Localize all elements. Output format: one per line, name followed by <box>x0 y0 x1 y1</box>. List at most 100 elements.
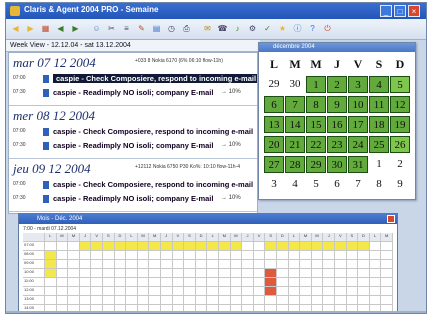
grid-cell[interactable] <box>45 296 57 305</box>
grid-cell[interactable] <box>68 278 80 287</box>
grid-cell[interactable] <box>137 287 150 296</box>
grid-cell[interactable] <box>288 242 301 251</box>
grid-cell[interactable] <box>369 242 382 251</box>
close-button[interactable]: × <box>408 5 420 17</box>
grid-cell[interactable] <box>172 278 185 287</box>
grid-cell[interactable] <box>114 269 127 278</box>
calendar-day-cell[interactable]: 31 <box>348 156 368 173</box>
grid-cell[interactable] <box>288 296 301 305</box>
grid-cell[interactable] <box>288 251 301 260</box>
grid-cell[interactable] <box>288 287 301 296</box>
clock-icon[interactable]: ◷ <box>166 23 177 34</box>
grid-cell[interactable] <box>242 269 254 278</box>
grid-cell[interactable] <box>277 269 289 278</box>
grid-cell[interactable] <box>253 269 266 278</box>
minimize-button[interactable]: _ <box>380 5 392 17</box>
grid-cell[interactable] <box>230 260 243 269</box>
grid-cell[interactable] <box>219 287 231 296</box>
grid-cell[interactable] <box>265 242 277 251</box>
grid-cell[interactable] <box>149 260 161 269</box>
grid-cell[interactable] <box>45 242 57 251</box>
calendar-day-cell[interactable]: 11 <box>369 96 389 113</box>
appointment-row[interactable]: 07:00 caspie - Check Composiere, respond … <box>13 179 253 191</box>
grid-cell[interactable] <box>335 278 347 287</box>
grid-cell[interactable] <box>161 242 173 251</box>
grid-cell[interactable] <box>369 278 382 287</box>
grid-cell[interactable] <box>253 260 266 269</box>
grid-cell[interactable] <box>91 278 103 287</box>
grid-cell[interactable] <box>56 287 69 296</box>
grid-cell[interactable] <box>381 242 393 251</box>
grid-cell[interactable] <box>311 260 324 269</box>
grid-cell[interactable] <box>161 251 173 260</box>
calendar-day-cell[interactable]: 2 <box>390 156 410 173</box>
calendar-day-cell[interactable]: 4 <box>285 176 305 193</box>
grid-cell[interactable] <box>265 278 277 287</box>
grid-cell[interactable] <box>323 269 335 278</box>
grid-cell[interactable] <box>219 251 231 260</box>
calendar-day-cell[interactable]: 7 <box>348 176 368 193</box>
grid-cell[interactable] <box>172 260 185 269</box>
exit-icon[interactable]: ⏻ <box>322 23 333 34</box>
grid-cell[interactable] <box>103 242 115 251</box>
grid-cell[interactable] <box>369 260 382 269</box>
grid-cell[interactable] <box>358 242 370 251</box>
grid-cell[interactable] <box>265 269 277 278</box>
grid-cell[interactable] <box>195 296 208 305</box>
grid-cell[interactable] <box>381 278 393 287</box>
grid-cell[interactable] <box>230 287 243 296</box>
grid-cell[interactable] <box>335 242 347 251</box>
grid-cell[interactable] <box>265 296 277 305</box>
tools-icon[interactable]: ⚙ <box>247 23 258 34</box>
grid-cell[interactable] <box>323 242 335 251</box>
grid-cell[interactable] <box>195 242 208 251</box>
grid-cell[interactable] <box>230 269 243 278</box>
grid-cell[interactable] <box>219 278 231 287</box>
calendar-day-cell[interactable]: 21 <box>285 136 305 153</box>
grid-cell[interactable] <box>91 296 103 305</box>
grid-cell[interactable] <box>195 278 208 287</box>
grid-cell[interactable] <box>126 287 138 296</box>
grid-cell[interactable] <box>346 260 359 269</box>
grid-cell[interactable] <box>358 251 370 260</box>
calendar-day-cell[interactable]: 28 <box>285 156 305 173</box>
grid-cell[interactable] <box>172 296 185 305</box>
grid-cell[interactable] <box>346 242 359 251</box>
grid-cell[interactable] <box>230 251 243 260</box>
appointment-row[interactable]: 07:30 caspie - Readimply NO isoli; compan… <box>13 193 253 205</box>
help-icon[interactable]: ? <box>307 23 318 34</box>
calendar-day-cell[interactable]: 27 <box>264 156 284 173</box>
calendar-day-cell[interactable]: 17 <box>348 116 368 133</box>
grid-cell[interactable] <box>149 269 161 278</box>
grid-cell[interactable] <box>300 278 312 287</box>
grid-cell[interactable] <box>381 260 393 269</box>
grid-close-button[interactable] <box>387 215 395 223</box>
grid-cell[interactable] <box>45 251 57 260</box>
user-icon[interactable]: ☺ <box>91 23 102 34</box>
grid-cell[interactable] <box>219 260 231 269</box>
grid-cell[interactable] <box>114 242 127 251</box>
grid-cell[interactable] <box>79 287 92 296</box>
grid-cell[interactable] <box>79 251 92 260</box>
grid-cell[interactable] <box>137 251 150 260</box>
grid-cell[interactable] <box>230 242 243 251</box>
calendar-day-cell[interactable]: 9 <box>327 96 347 113</box>
back-icon[interactable]: ◀ <box>10 23 21 34</box>
grid-cell[interactable] <box>288 260 301 269</box>
grid-cell[interactable] <box>114 296 127 305</box>
calendar-day-cell[interactable]: 29 <box>306 156 326 173</box>
grid-cell[interactable] <box>137 242 150 251</box>
grid-cell[interactable] <box>253 251 266 260</box>
grid-cell[interactable] <box>137 278 150 287</box>
grid-cell[interactable] <box>79 296 92 305</box>
appointment-row[interactable]: 07:30 caspie - Readimply NO isoli; compan… <box>13 87 253 99</box>
calendar-day-cell[interactable]: 6 <box>327 176 347 193</box>
grid-cell[interactable] <box>207 296 219 305</box>
grid-cell[interactable] <box>137 269 150 278</box>
calendar-day-cell[interactable]: 10 <box>348 96 368 113</box>
grid-cell[interactable] <box>242 242 254 251</box>
calendar-day-cell[interactable]: 15 <box>306 116 326 133</box>
day-date-header[interactable]: mer 08 12 2004 <box>13 108 95 124</box>
grid-cell[interactable] <box>335 260 347 269</box>
grid-cell[interactable] <box>207 251 219 260</box>
